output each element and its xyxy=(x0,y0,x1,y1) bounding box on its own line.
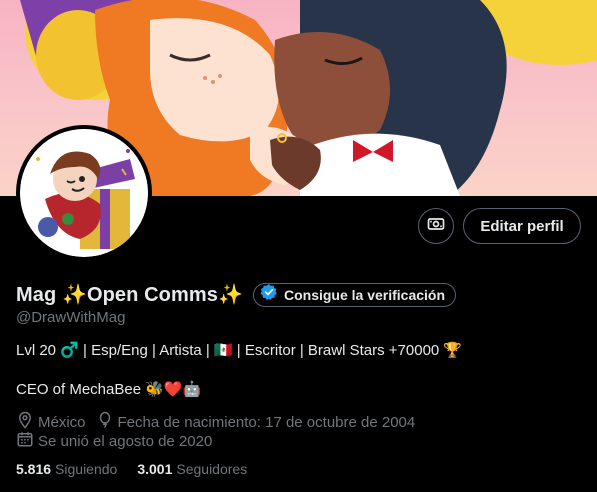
display-name: Mag ✨Open Comms✨ xyxy=(16,284,243,306)
location-text: México xyxy=(38,413,86,431)
get-verified-button[interactable]: Consigue la verificación xyxy=(252,282,457,307)
followers-label: Seguidores xyxy=(176,461,248,477)
followers-link[interactable]: 3.001 Seguidores xyxy=(137,461,247,477)
tips-button[interactable] xyxy=(418,208,454,244)
money-icon xyxy=(426,214,446,239)
calendar-icon xyxy=(16,430,34,452)
follow-stats: 5.816 Siguiendo 3.001 Seguidores xyxy=(16,461,267,477)
following-link[interactable]: 5.816 Siguiendo xyxy=(16,461,117,477)
followers-count: 3.001 xyxy=(137,461,173,477)
following-label: Siguiendo xyxy=(55,461,118,477)
verified-badge-icon xyxy=(260,283,278,306)
birthday-text: Fecha de nacimiento: 17 de octubre de 20… xyxy=(117,413,416,431)
profile-meta-joined: Se unió el agosto de 2020 xyxy=(16,430,222,452)
joined-text: Se unió el agosto de 2020 xyxy=(38,432,213,450)
following-count: 5.816 xyxy=(16,461,52,477)
user-handle: @DrawWithMag xyxy=(16,309,126,326)
bio-line: CEO of MechaBee 🐝❤️🤖 xyxy=(16,381,202,398)
name-row: Mag ✨Open Comms✨ Consigue la verificació… xyxy=(16,282,457,307)
profile-avatar[interactable] xyxy=(16,125,152,261)
get-verified-label: Consigue la verificación xyxy=(283,286,446,303)
avatar-image xyxy=(20,129,148,257)
bio-line: Lvl 20 ♂️ | Esp/Eng | Artista | 🇲🇽 | Esc… xyxy=(16,342,463,359)
edit-profile-button[interactable]: Editar perfil xyxy=(463,208,581,244)
joined-item: Se unió el agosto de 2020 xyxy=(16,430,212,452)
